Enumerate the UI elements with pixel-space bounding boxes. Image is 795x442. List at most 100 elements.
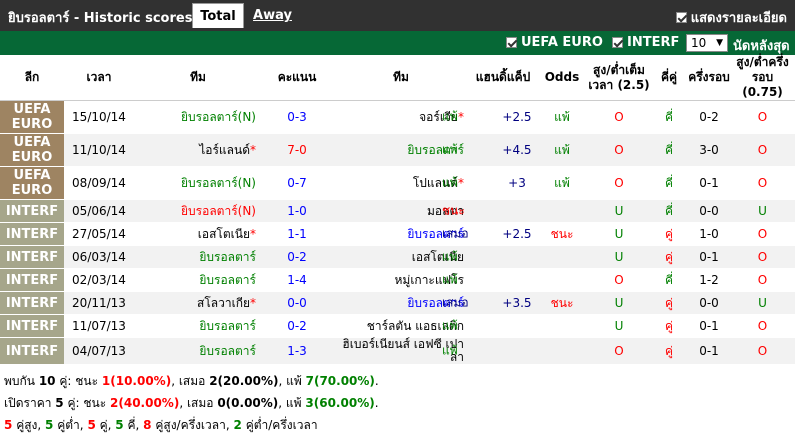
checkbox-checked-icon[interactable] xyxy=(612,37,623,48)
summary-text: เปิดราคา xyxy=(4,396,52,410)
over-under-cell: O xyxy=(588,100,650,134)
half-over-under-cell: O xyxy=(730,314,795,338)
score-cell-text[interactable]: 1-1 xyxy=(287,227,307,241)
score-cell[interactable]: 1-1 xyxy=(262,222,332,246)
half-over-under-cell: O xyxy=(730,337,795,365)
date-cell-text: 20/11/13 xyxy=(72,295,126,310)
over-under-cell: U xyxy=(588,222,650,246)
table-row: INTERF 04/07/13 ยิบรอลตาร์ 1-3 ฮิเบอร์เนียนส… xyxy=(0,337,795,365)
home-team-cell[interactable]: ยิบรอลตาร์ xyxy=(134,268,262,292)
score-cell[interactable]: 1-0 xyxy=(262,199,332,223)
score-cell-text[interactable]: 0-2 xyxy=(287,250,307,264)
score-cell[interactable]: 0-2 xyxy=(262,314,332,338)
home-team-cell[interactable]: เอสโตเนีย* xyxy=(134,222,262,246)
home-team-cell-text[interactable]: ยิบรอลตาร์(N) xyxy=(181,110,256,124)
odd-even-cell-text: คี่ xyxy=(664,272,674,287)
odd-even-cell: คี่ xyxy=(650,133,688,167)
league-cell-text[interactable]: UEFA EURO xyxy=(12,168,53,198)
league-cell[interactable]: UEFA EURO xyxy=(0,166,64,200)
league-cell-text[interactable]: UEFA EURO xyxy=(12,135,53,165)
score-cell-text[interactable]: 0-3 xyxy=(287,110,307,124)
score-cell-text[interactable]: 0-2 xyxy=(287,319,307,333)
home-team-cell[interactable]: ยิบรอลตาร์ xyxy=(134,314,262,338)
home-team-cell-text[interactable]: ยิบรอลตาร์(N) xyxy=(181,204,256,218)
league-cell[interactable]: UEFA EURO xyxy=(0,133,64,167)
league-cell[interactable]: INTERF xyxy=(0,268,64,292)
handicap-cell-text: +3 xyxy=(508,175,526,190)
league-cell-text[interactable]: INTERF xyxy=(6,296,58,311)
over-under-cell-text: U xyxy=(614,226,624,241)
checkbox-checked-icon[interactable] xyxy=(506,37,517,48)
result-label: แพ้ xyxy=(442,142,458,157)
home-team-cell[interactable]: ยิบรอลตาร์(N) xyxy=(134,100,262,134)
score-cell[interactable]: 7-0 xyxy=(262,133,332,167)
league-cell[interactable]: UEFA EURO xyxy=(0,100,64,134)
home-team-cell[interactable]: ยิบรอลตาร์(N) xyxy=(134,166,262,200)
league-cell-text[interactable]: UEFA EURO xyxy=(12,102,53,132)
score-cell-text[interactable]: 7-0 xyxy=(287,143,307,157)
score-cell-text[interactable]: 0-7 xyxy=(287,176,307,190)
score-cell[interactable]: 0-0 xyxy=(262,291,332,315)
home-team-cell-text[interactable]: ยิบรอลตาร์ xyxy=(199,344,256,358)
filter-interf[interactable]: INTERF xyxy=(612,35,679,50)
home-team-cell[interactable]: ยิบรอลตาร์ xyxy=(134,245,262,269)
league-cell-text[interactable]: INTERF xyxy=(6,204,58,219)
handicap-cell: แพ้ xyxy=(442,337,536,365)
score-cell-text[interactable]: 1-4 xyxy=(287,273,307,287)
odd-even-cell-text: คู่ xyxy=(664,343,674,358)
home-team-cell[interactable]: ยิบรอลตาร์ xyxy=(134,337,262,365)
odds-cell xyxy=(536,199,588,223)
league-cell[interactable]: INTERF xyxy=(0,222,64,246)
league-cell[interactable]: INTERF xyxy=(0,199,64,223)
col-score: คะแนน xyxy=(262,55,332,101)
score-cell[interactable]: 0-3 xyxy=(262,100,332,134)
score-cell[interactable]: 1-3 xyxy=(262,337,332,365)
table-row: UEFA EURO 11/10/14 ไอร์แลนด์* 7-0 ยิบรอลตาร์… xyxy=(0,133,795,167)
home-team-cell[interactable]: สโลวาเกีย* xyxy=(134,291,262,315)
score-cell[interactable]: 0-7 xyxy=(262,166,332,200)
odds-cell: แพ้ xyxy=(536,100,588,134)
star-icon: * xyxy=(458,109,464,124)
handicap-cell-text: +2.5 xyxy=(502,226,532,241)
over-under-cell: U xyxy=(588,314,650,338)
league-cell[interactable]: INTERF xyxy=(0,291,64,315)
league-cell-text[interactable]: INTERF xyxy=(6,250,58,265)
home-team-cell-text[interactable]: ยิบรอลตาร์ xyxy=(199,319,256,333)
league-cell-text[interactable]: INTERF xyxy=(6,319,58,334)
show-details-toggle[interactable]: แสดงรายละเอียด xyxy=(675,7,787,28)
home-team-cell-text[interactable]: ยิบรอลตาร์(N) xyxy=(181,176,256,190)
home-team-cell-text[interactable]: ยิบรอลตาร์ xyxy=(199,250,256,264)
filter-uefa-euro[interactable]: UEFA EURO xyxy=(506,35,603,50)
handicap-cell-text xyxy=(489,319,517,333)
home-team-cell-text[interactable]: ยิบรอลตาร์ xyxy=(199,273,256,287)
col-home-team: ทีม xyxy=(134,55,262,101)
score-cell[interactable]: 1-4 xyxy=(262,268,332,292)
league-cell-text[interactable]: INTERF xyxy=(6,273,58,288)
half-over-under-cell-text: O xyxy=(757,142,768,157)
score-cell[interactable]: 0-2 xyxy=(262,245,332,269)
date-cell-text: 15/10/14 xyxy=(72,109,126,124)
over-under-cell: U xyxy=(588,199,650,223)
date-cell-text: 08/09/14 xyxy=(72,175,126,190)
handicap-cell-text xyxy=(489,273,517,287)
odd-even-cell: คู่ xyxy=(650,337,688,365)
league-cell[interactable]: INTERF xyxy=(0,314,64,338)
tab-away[interactable]: Away xyxy=(250,3,295,28)
home-team-cell[interactable]: ยิบรอลตาร์(N) xyxy=(134,199,262,223)
handicap-cell: +2.5 แพ้ xyxy=(442,100,536,134)
home-team-cell-text[interactable]: สโลวาเกีย xyxy=(197,296,250,310)
home-team-cell[interactable]: ไอร์แลนด์* xyxy=(134,133,262,167)
tab-total[interactable]: Total xyxy=(192,3,244,28)
score-cell-text[interactable]: 1-0 xyxy=(287,204,307,218)
score-cell-text[interactable]: 1-3 xyxy=(287,344,307,358)
home-team-cell-text[interactable]: ไอร์แลนด์ xyxy=(199,143,250,157)
over-under-cell: U xyxy=(588,291,650,315)
home-team-cell-text[interactable]: เอสโตเนีย xyxy=(198,227,250,241)
league-cell-text[interactable]: INTERF xyxy=(6,344,58,359)
league-cell[interactable]: INTERF xyxy=(0,337,64,365)
checkbox-checked-icon[interactable] xyxy=(675,12,687,23)
score-cell-text[interactable]: 0-0 xyxy=(287,296,307,310)
match-count-select[interactable]: 10 ▼ xyxy=(686,34,728,52)
league-cell[interactable]: INTERF xyxy=(0,245,64,269)
league-cell-text[interactable]: INTERF xyxy=(6,227,58,242)
